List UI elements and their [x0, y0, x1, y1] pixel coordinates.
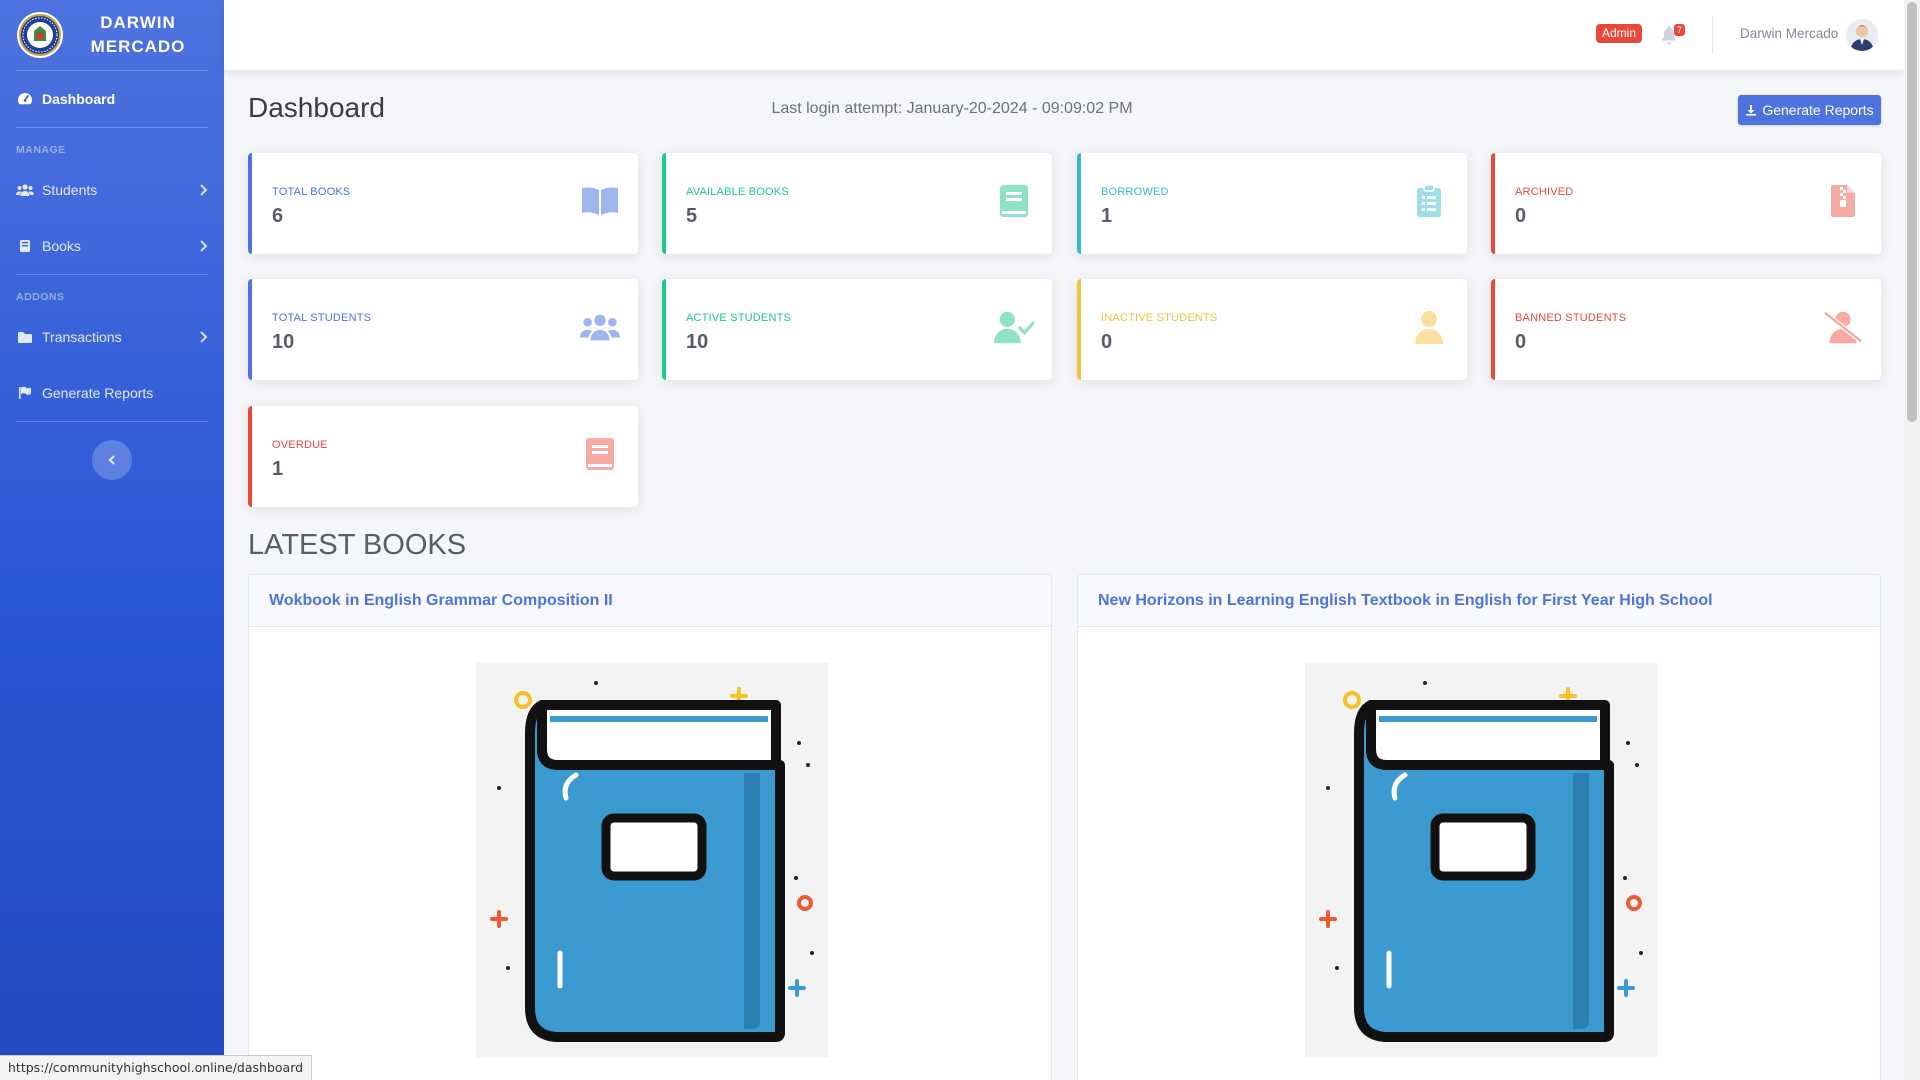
clipboard-list-icon [1409, 183, 1449, 219]
stat-value: 1 [1101, 205, 1113, 227]
users-icon [580, 309, 620, 345]
sidebar-toggle-button[interactable] [92, 440, 132, 480]
chevron-right-icon [200, 331, 208, 343]
stat-label: BORROWED [1101, 186, 1169, 198]
book-cover-image [476, 663, 828, 1057]
sidebar-item-label: Students [42, 182, 98, 198]
topbar: Admin 7 Darwin Mercado [224, 0, 1904, 70]
file-archive-icon [1823, 183, 1863, 219]
stat-value: 5 [686, 205, 698, 227]
user-name[interactable]: Darwin Mercado [1740, 26, 1838, 41]
stat-label: ACTIVE STUDENTS [686, 312, 792, 324]
sidebar-heading-addons: ADDONS [16, 291, 65, 303]
sidebar-item-label: Transactions [42, 329, 122, 345]
stat-label: TOTAL BOOKS [272, 186, 351, 198]
avatar[interactable] [1846, 19, 1878, 51]
stat-card-borrowed[interactable]: BORROWED 1 [1077, 153, 1467, 254]
users-icon [16, 183, 34, 197]
user-slash-icon [1823, 309, 1863, 345]
stat-label: TOTAL STUDENTS [272, 312, 372, 324]
sidebar-heading-manage: MANAGE [16, 144, 66, 156]
stat-card-total-books[interactable]: TOTAL BOOKS 6 [248, 153, 638, 254]
chevron-right-icon [200, 240, 208, 252]
status-bar-url: https://communityhighschool.online/dashb… [0, 1055, 313, 1080]
stat-card-inactive-students[interactable]: INACTIVE STUDENTS 0 [1077, 279, 1467, 380]
book-title-link[interactable]: New Horizons in Learning English Textboo… [1078, 575, 1880, 627]
generate-reports-label: Generate Reports [1762, 102, 1874, 118]
stat-card-active-students[interactable]: ACTIVE STUDENTS 10 [662, 279, 1052, 380]
sidebar: DARWIN MERCADO Dashboard MANAGE Students… [0, 0, 224, 1080]
sidebar-item-label: Books [42, 238, 81, 254]
stat-card-total-students[interactable]: TOTAL STUDENTS 10 [248, 279, 638, 380]
stat-value: 10 [686, 331, 709, 353]
stat-value: 6 [272, 205, 284, 227]
sidebar-item-dashboard[interactable]: Dashboard [0, 71, 224, 127]
download-icon [1746, 105, 1757, 116]
sidebar-item-students[interactable]: Students [0, 162, 224, 218]
scrollbar-thumb[interactable] [1907, 2, 1917, 422]
stat-value: 0 [1101, 331, 1113, 353]
brand-name: DARWIN MERCADO [90, 13, 186, 56]
chevron-right-icon [200, 184, 208, 196]
book-card[interactable]: Wokbook in English Grammar Composition I… [248, 574, 1052, 1080]
chevron-left-icon [108, 455, 115, 465]
stat-label: OVERDUE [272, 439, 328, 451]
generate-reports-button[interactable]: Generate Reports [1738, 95, 1881, 125]
stat-label: INACTIVE STUDENTS [1101, 312, 1218, 324]
topbar-divider [1712, 16, 1713, 54]
book-icon [994, 183, 1034, 219]
book-title-link[interactable]: Wokbook in English Grammar Composition I… [249, 575, 1051, 627]
stat-card-available-books[interactable]: AVAILABLE BOOKS 5 [662, 153, 1052, 254]
stat-value: 0 [1515, 331, 1527, 353]
last-login-text: Last login attempt: January-20-2024 - 09… [771, 100, 1133, 117]
sidebar-item-generate-reports[interactable]: Generate Reports [0, 365, 224, 421]
book-card[interactable]: New Horizons in Learning English Textboo… [1077, 574, 1881, 1080]
latest-books-heading: LATEST BOOKS [248, 529, 467, 561]
stat-value: 10 [272, 331, 295, 353]
sidebar-divider [16, 421, 208, 422]
school-logo [17, 12, 63, 58]
stat-label: ARCHIVED [1515, 186, 1574, 198]
sidebar-item-label: Generate Reports [42, 385, 154, 401]
book-open-icon [580, 183, 620, 219]
stat-value: 1 [272, 458, 284, 480]
flag-icon [16, 386, 34, 400]
notification-count-badge: 7 [1674, 24, 1685, 36]
sidebar-brand[interactable]: DARWIN MERCADO [0, 0, 224, 70]
stat-card-archived[interactable]: ARCHIVED 0 [1491, 153, 1881, 254]
role-badge: Admin [1596, 24, 1643, 43]
user-check-icon [994, 309, 1034, 345]
page-scrollbar[interactable] [1904, 0, 1920, 1080]
stat-value: 0 [1515, 205, 1527, 227]
user-icon [1409, 309, 1449, 345]
sidebar-item-transactions[interactable]: Transactions [0, 309, 224, 365]
folder-icon [16, 330, 34, 344]
stat-card-banned-students[interactable]: BANNED STUDENTS 0 [1491, 279, 1881, 380]
book-icon [16, 239, 34, 253]
stat-label: BANNED STUDENTS [1515, 312, 1627, 324]
book-cover-image [1305, 663, 1657, 1057]
sidebar-item-books[interactable]: Books [0, 218, 224, 274]
book-icon [580, 436, 620, 472]
stat-card-overdue[interactable]: OVERDUE 1 [248, 406, 638, 507]
stat-label: AVAILABLE BOOKS [686, 186, 789, 198]
